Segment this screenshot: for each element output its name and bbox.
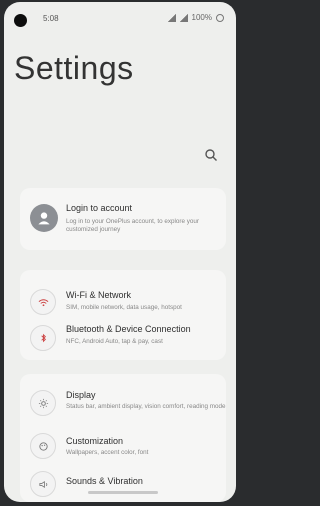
customization-title: Customization xyxy=(66,436,124,446)
sounds-title: Sounds & Vibration xyxy=(66,476,143,486)
bluetooth-title: Bluetooth & Device Connection xyxy=(66,324,191,334)
display-card: Display Status bar, ambient display, vis… xyxy=(20,374,226,502)
battery-percent: 100% xyxy=(191,13,212,22)
signal-icon xyxy=(167,13,176,22)
status-icons: 100% xyxy=(167,13,224,22)
page-title: Settings xyxy=(14,50,134,86)
customization-subtitle: Wallpapers, accent color, font xyxy=(66,449,149,456)
account-subtitle: Log in to your OnePlus account, to explo… xyxy=(66,218,200,233)
signal-icon-2 xyxy=(179,13,188,22)
avatar-icon xyxy=(30,204,58,232)
bluetooth-subtitle: NFC, Android Auto, tap & pay, cast xyxy=(66,338,163,345)
settings-screen: 5:08 100% Settings Login to account Log … xyxy=(4,2,236,502)
network-card: Wi-Fi & Network SIM, mobile network, dat… xyxy=(20,270,226,360)
wifi-glyph xyxy=(38,298,48,306)
user-icon xyxy=(38,212,50,225)
account-title: Login to account xyxy=(66,203,133,213)
palette-icon xyxy=(30,433,56,459)
list-item-wifi[interactable]: Wi-Fi & Network SIM, mobile network, dat… xyxy=(20,284,226,318)
list-item-bluetooth[interactable]: Bluetooth & Device Connection NFC, Andro… xyxy=(20,322,226,356)
bluetooth-glyph xyxy=(40,333,46,342)
display-title: Display xyxy=(66,390,96,400)
bluetooth-icon xyxy=(30,325,56,351)
status-time: 5:08 xyxy=(43,14,59,23)
list-item-customization[interactable]: Customization Wallpapers, accent color, … xyxy=(20,430,226,460)
brightness-glyph xyxy=(38,398,48,408)
wifi-title: Wi-Fi & Network xyxy=(66,290,131,300)
home-indicator[interactable] xyxy=(88,491,158,494)
display-subtitle: Status bar, ambient display, vision comf… xyxy=(66,403,226,410)
front-camera xyxy=(14,14,27,27)
wifi-icon xyxy=(30,289,56,315)
battery-icon xyxy=(216,13,224,22)
account-card[interactable]: Login to account Log in to your OnePlus … xyxy=(20,188,226,250)
search-icon[interactable] xyxy=(204,148,218,162)
speaker-icon xyxy=(30,471,56,497)
palette-glyph xyxy=(38,441,48,451)
list-item-display[interactable]: Display Status bar, ambient display, vis… xyxy=(20,384,226,422)
brightness-icon xyxy=(30,390,56,416)
speaker-glyph xyxy=(38,480,47,488)
wifi-subtitle: SIM, mobile network, data usage, hotspot xyxy=(66,304,182,311)
